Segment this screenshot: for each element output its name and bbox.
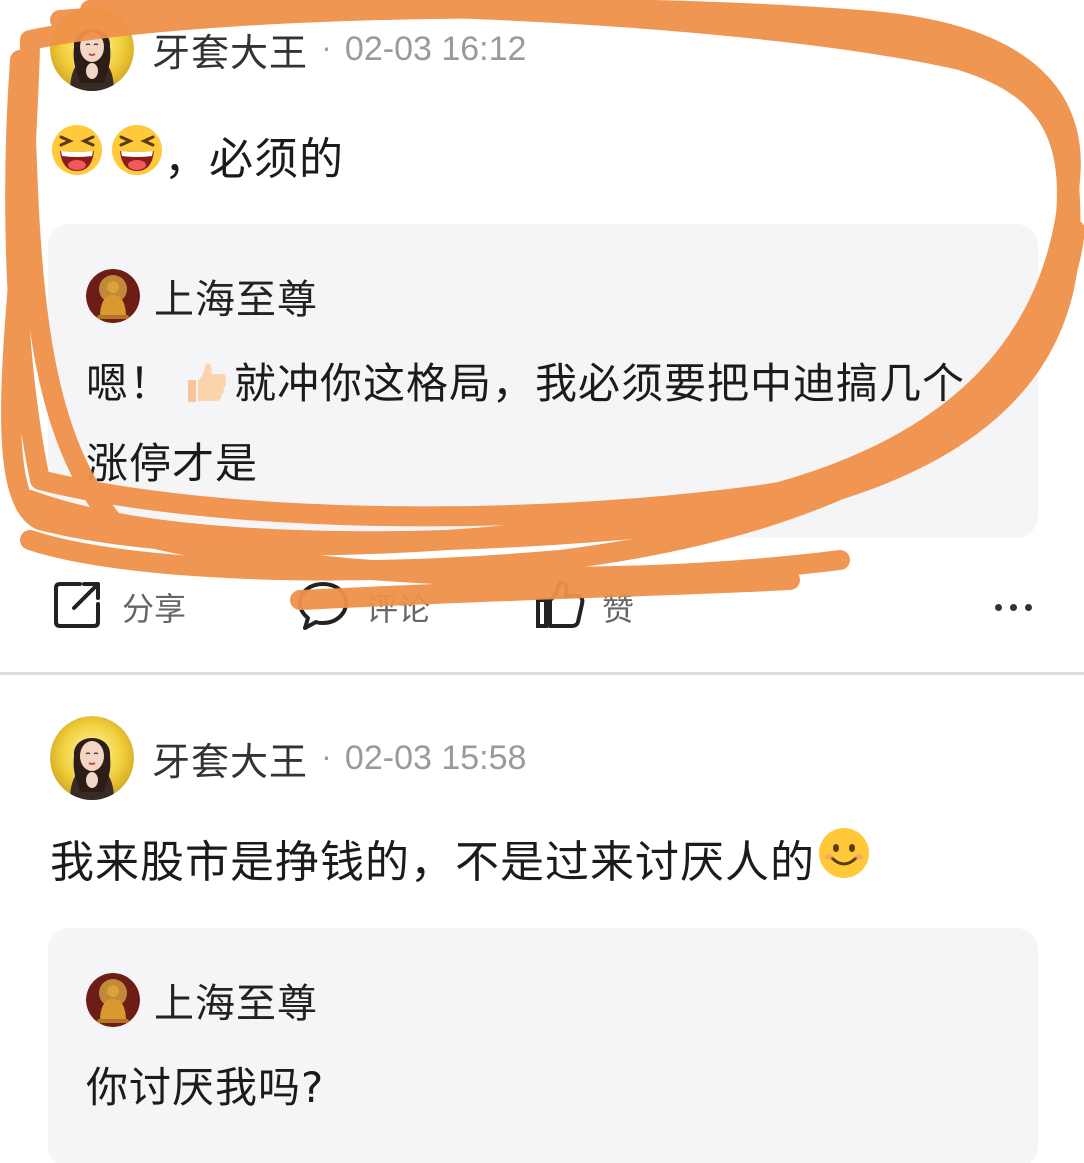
more-dot: [995, 603, 1002, 611]
more-dot: [1010, 603, 1017, 611]
like-button[interactable]: 赞: [532, 572, 634, 642]
share-label: 分享: [122, 590, 187, 628]
quoted-comment[interactable]: 上海至尊 嗯！ 就冲你这格局，我必须要把中迪搞几个涨停才是: [48, 224, 1038, 538]
author-name[interactable]: 牙套大王: [152, 731, 308, 786]
quote-author-row: 上海至尊: [86, 970, 318, 1030]
more-dot: [1025, 603, 1032, 611]
comment-card: 牙套大王 · 02-03 15:58 我来股市是挣钱的，不是过来讨厌人的 上海至…: [0, 676, 1084, 1163]
comment-button[interactable]: 评论: [296, 572, 430, 642]
comment-label: 评论: [366, 590, 431, 628]
post-time: 02-03 15:58: [344, 738, 527, 777]
action-bar: 分享 评论 赞: [0, 572, 1084, 642]
user-avatar[interactable]: [50, 716, 134, 800]
post-time: 02-03 16:12: [344, 29, 527, 68]
author-name[interactable]: 牙套大王: [152, 22, 308, 77]
meta-separator: ·: [322, 32, 331, 66]
laughing-emoji-icon: [50, 123, 104, 188]
quote-text: 嗯！ 就冲你这格局，我必须要把中迪搞几个涨停才是: [86, 348, 986, 500]
comment-text: 我来股市是挣钱的，不是过来讨厌人的: [50, 826, 871, 890]
thumbs-up-outline-icon: [532, 578, 586, 636]
comment-icon: [296, 578, 350, 636]
quote-text: 你讨厌我吗?: [86, 1063, 325, 1112]
comment-body: ，必须的: [164, 134, 344, 185]
thumbs-up-icon: [182, 356, 230, 428]
more-options-button[interactable]: [995, 592, 1032, 622]
quote-user-avatar[interactable]: [86, 269, 140, 323]
quote-text-part: 嗯！: [86, 359, 173, 408]
share-icon: [52, 578, 106, 636]
comment-body: 我来股市是挣钱的，不是过来讨厌人的: [50, 837, 815, 888]
laughing-emoji-icon: [110, 123, 164, 188]
quote-author-name[interactable]: 上海至尊: [154, 267, 318, 325]
author-row: 牙套大王 · 02-03 16:12: [50, 4, 526, 94]
quote-author-row: 上海至尊: [86, 266, 318, 326]
quoted-comment[interactable]: 上海至尊 你讨厌我吗?: [48, 928, 1038, 1163]
comment-text: ，必须的: [50, 124, 344, 186]
meta-separator: ·: [322, 741, 331, 775]
like-label: 赞: [602, 590, 635, 628]
user-avatar[interactable]: [50, 7, 134, 91]
author-row: 牙套大王 · 02-03 15:58: [50, 713, 526, 803]
quote-user-avatar[interactable]: [86, 973, 140, 1027]
smile-emoji-icon: [817, 826, 871, 891]
share-button[interactable]: 分享: [52, 572, 186, 642]
section-divider: [0, 672, 1084, 675]
comment-card: 牙套大王 · 02-03 16:12 ，必须的 上海至尊 嗯！ 就冲你这格局，我…: [0, 0, 1084, 672]
comment-feed: 牙套大王 · 02-03 16:12 ，必须的 上海至尊 嗯！ 就冲你这格局，我…: [0, 0, 1084, 1163]
quote-author-name[interactable]: 上海至尊: [154, 971, 318, 1029]
